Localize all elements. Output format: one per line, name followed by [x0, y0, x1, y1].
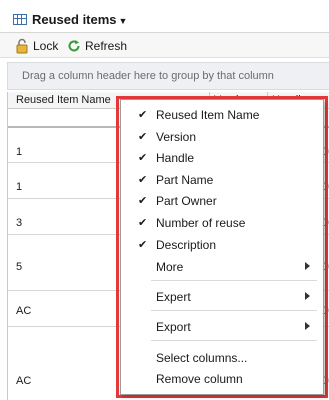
checkmark-icon: ✔ [138, 217, 148, 229]
menu-item-version[interactable]: ✔ Version [121, 127, 323, 147]
submenu-arrow-icon [305, 292, 310, 300]
checkmark-icon: ✔ [138, 152, 148, 164]
menu-item-label: Expert [156, 290, 191, 304]
checkmark-icon: ✔ [138, 131, 148, 143]
menu-item-export[interactable]: Export [121, 317, 323, 337]
panel-title-dropdown[interactable]: Reused items ▼ [32, 12, 127, 27]
menu-item-expert[interactable]: Expert [121, 287, 323, 307]
menu-item-label: Select columns... [156, 351, 248, 365]
toolbar: Lock Refresh [0, 33, 329, 58]
checkmark-icon: ✔ [138, 239, 148, 251]
menu-item-label: Export [156, 320, 191, 334]
checkmark-icon: ✔ [138, 195, 148, 207]
menu-item-description[interactable]: ✔ Description [121, 235, 323, 255]
menu-item-reused-item-name[interactable]: ✔ Reused Item Name [121, 105, 323, 125]
menu-item-number-of-reuse[interactable]: ✔ Number of reuse [121, 213, 323, 233]
menu-item-part-name[interactable]: ✔ Part Name [121, 170, 323, 190]
refresh-icon [68, 40, 80, 52]
checkmark-icon: ✔ [138, 109, 148, 121]
panel-title-bar: Reused items ▼ [0, 0, 329, 33]
lock-button[interactable]: Lock [14, 37, 58, 55]
menu-item-label: Reused Item Name [156, 108, 260, 122]
menu-item-label: Number of reuse [156, 216, 246, 230]
refresh-button[interactable]: Refresh [66, 37, 127, 55]
menu-separator [151, 310, 317, 311]
menu-item-label: Description [156, 238, 217, 252]
menu-item-label: More [156, 260, 184, 274]
column-context-menu: ✔ Reused Item Name ✔ Version ✔ Handle ✔ … [120, 99, 324, 395]
cell-reused-item-name: 1 [16, 146, 23, 158]
lock-icon [16, 38, 28, 54]
menu-item-label: Remove column [156, 372, 243, 386]
menu-item-label: Version [156, 130, 197, 144]
menu-item-part-owner[interactable]: ✔ Part Owner [121, 191, 323, 211]
lock-label: Lock [33, 39, 59, 53]
menu-item-label: Handle [156, 151, 195, 165]
panel-title: Reused items [32, 12, 117, 27]
submenu-arrow-icon [305, 262, 310, 270]
cell-reused-item-name: 3 [16, 217, 23, 229]
group-by-hint: Drag a column header here to group by th… [22, 70, 274, 82]
chevron-down-icon: ▼ [118, 16, 128, 26]
cell-reused-item-name: 1 [16, 181, 23, 193]
cell-reused-item-name: AC [16, 305, 32, 317]
menu-item-label: Part Name [156, 173, 214, 187]
cell-reused-item-name: AC [16, 375, 32, 387]
menu-separator [151, 280, 317, 281]
menu-item-remove-column[interactable]: Remove column [121, 369, 323, 389]
refresh-label: Refresh [85, 39, 128, 53]
checkmark-icon: ✔ [138, 174, 148, 186]
menu-item-more[interactable]: More [121, 257, 323, 277]
menu-item-handle[interactable]: ✔ Handle [121, 148, 323, 168]
table-icon [13, 14, 27, 25]
menu-separator [151, 340, 317, 341]
column-header-reused-item-name[interactable]: Reused Item Name [16, 94, 116, 106]
submenu-arrow-icon [305, 322, 310, 330]
cell-reused-item-name: 5 [16, 261, 23, 273]
menu-item-select-columns[interactable]: Select columns... [121, 348, 323, 368]
menu-item-label: Part Owner [156, 194, 217, 208]
group-by-panel[interactable]: Drag a column header here to group by th… [7, 62, 329, 90]
